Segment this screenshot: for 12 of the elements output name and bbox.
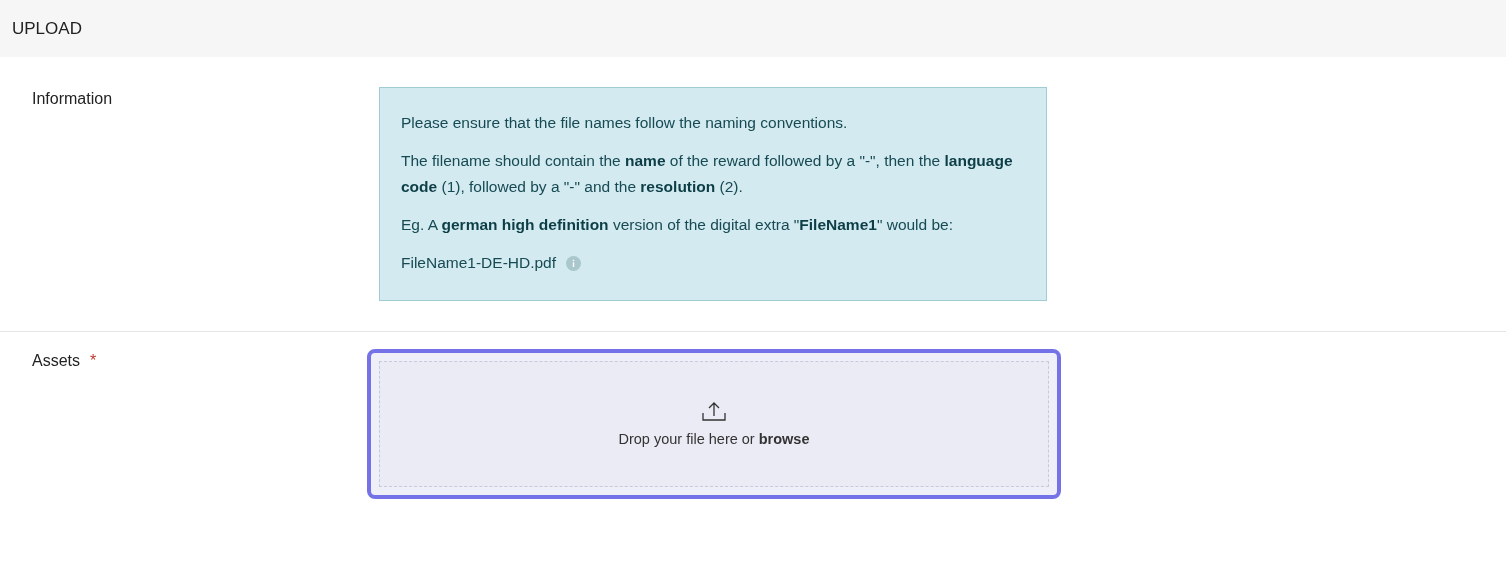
info-icon <box>566 255 582 271</box>
info-text: Eg. A german high definition version of the digital extra "FileName1" would be: <box>401 215 955 235</box>
upload-icon <box>702 401 726 421</box>
section-title: UPLOAD <box>12 18 82 39</box>
field-label: Information <box>32 90 113 108</box>
example-filename: FileName1-DE-HD.pdf <box>401 253 557 273</box>
file-dropzone[interactable]: Drop your file here or browse <box>367 349 1061 499</box>
info-text: Please ensure that the file names follow the naming conventions. <box>401 113 849 133</box>
info-text: The filename should contain the name of the reward followed by a "-", then the language code (1), followed by a "-" and the resolution (2). <box>401 151 1014 197</box>
required-marker: * <box>90 352 97 370</box>
drop-instructions: Drop your file here or browse <box>618 431 810 447</box>
field-label: Assets <box>32 352 80 370</box>
